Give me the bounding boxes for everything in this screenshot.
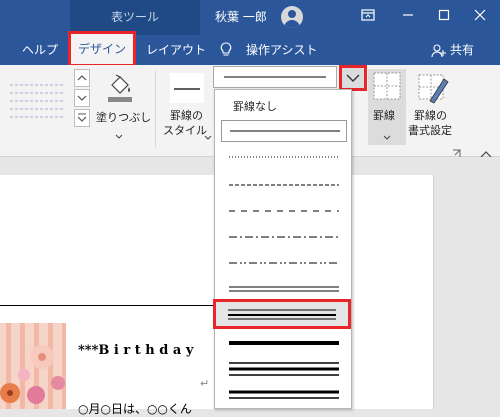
border-option-dash-dot[interactable]: [221, 228, 347, 246]
tab-help[interactable]: ヘルプ: [22, 35, 58, 65]
avatar[interactable]: [281, 6, 303, 28]
border-styles-label-1[interactable]: 罫線の: [170, 107, 203, 123]
maximize-icon[interactable]: [426, 0, 462, 35]
ribbon-display-options-icon[interactable]: [350, 0, 386, 35]
pen-style-dropdown-button[interactable]: [339, 65, 367, 91]
border-style-dropdown: 罫線なし: [213, 89, 352, 409]
border-option-dotted[interactable]: [221, 148, 347, 166]
borders-dropdown-arrow[interactable]: [383, 126, 391, 145]
context-tab-table-tools: 表ツール: [70, 0, 200, 35]
shading-icon[interactable]: [104, 71, 136, 105]
no-border-option[interactable]: 罫線なし: [233, 98, 277, 114]
shading-label[interactable]: 塗りつぶし: [96, 109, 151, 125]
borders-label[interactable]: 罫線: [373, 107, 395, 123]
share-button[interactable]: 共有: [450, 35, 474, 65]
border-option-triple[interactable]: [221, 358, 347, 382]
tell-me-search[interactable]: 操作アシスト: [246, 35, 318, 65]
tab-design[interactable]: デザイン: [68, 31, 136, 67]
table-style-gallery[interactable]: [6, 79, 68, 121]
share-person-icon: [431, 43, 447, 62]
border-option-long-dashed[interactable]: [221, 202, 347, 220]
border-painter-icon[interactable]: [416, 71, 450, 105]
border-option-thick-thin[interactable]: [221, 386, 347, 408]
close-icon[interactable]: [462, 0, 498, 35]
group-divider: [155, 71, 156, 147]
lightbulb-icon: [220, 42, 232, 62]
table-top-border: [0, 305, 214, 306]
paragraph-mark: ↵: [200, 377, 210, 390]
gallery-scroll-down[interactable]: [74, 89, 90, 107]
border-option-single[interactable]: [221, 120, 347, 142]
shading-dropdown-arrow[interactable]: [115, 125, 123, 144]
borders-icon: [373, 72, 401, 100]
user-name[interactable]: 秋葉 一郎: [215, 0, 267, 35]
minimize-icon[interactable]: [390, 0, 426, 35]
pen-style-combo[interactable]: [213, 66, 337, 88]
border-styles-label-2[interactable]: スタイル: [163, 122, 207, 138]
title-bar: 表ツール 秋葉 一郎: [0, 0, 500, 35]
border-styles-preview[interactable]: [170, 73, 204, 103]
border-option-double[interactable]: [221, 280, 347, 298]
border-option-thin-thick[interactable]: [213, 299, 351, 329]
border-painter-label-1[interactable]: 罫線の: [414, 107, 447, 123]
border-option-thick[interactable]: [221, 334, 347, 352]
gallery-scroll-up[interactable]: [74, 69, 90, 87]
tab-layout[interactable]: レイアウト: [146, 35, 206, 65]
birthday-image: [0, 323, 66, 409]
border-option-dashed[interactable]: [221, 176, 347, 194]
heading-text: ***B i r t h d a y: [78, 343, 194, 358]
gallery-more[interactable]: [74, 109, 90, 127]
border-option-dash-dot-dot[interactable]: [221, 254, 347, 272]
border-styles-dropdown-arrow[interactable]: [204, 126, 212, 145]
border-painter-label-2[interactable]: 書式設定: [408, 122, 452, 138]
